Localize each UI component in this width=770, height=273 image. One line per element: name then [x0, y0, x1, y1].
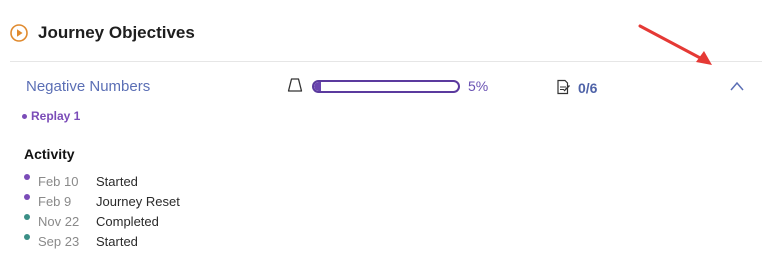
progress-fill: [314, 82, 322, 91]
objective-row[interactable]: Negative Numbers 5% 0/6: [0, 70, 770, 104]
replay-link[interactable]: Replay 1: [22, 109, 80, 123]
activity-text: Started: [96, 173, 138, 189]
activity-list: Feb 10 Started Feb 9 Journey Reset Nov 2…: [24, 171, 180, 251]
activity-item: Feb 9 Journey Reset: [24, 191, 180, 211]
activity-text: Journey Reset: [96, 193, 180, 209]
section-title: Journey Objectives: [38, 23, 195, 42]
activity-item: Feb 10 Started: [24, 171, 180, 191]
activity-text: Completed: [96, 213, 159, 229]
activity-date: Feb 9: [38, 193, 72, 209]
progress-bar: [312, 80, 460, 93]
activity-item: Nov 22 Completed: [24, 211, 180, 231]
activity-item: Sep 23 Started: [24, 231, 180, 251]
section-header: Journey Objectives: [10, 20, 195, 46]
activity-heading: Activity: [24, 146, 75, 162]
activity-date: Sep 23: [38, 233, 80, 249]
status-dot: [24, 214, 30, 220]
annotation-arrow-icon: [638, 24, 712, 65]
objective-title[interactable]: Negative Numbers: [26, 78, 150, 95]
chevron-up-icon[interactable]: [729, 80, 745, 92]
progress-percent: 5%: [468, 78, 489, 94]
status-dot: [24, 174, 30, 180]
status-dot: [24, 234, 30, 240]
assessment-icon: [557, 79, 570, 95]
play-circle-icon[interactable]: [10, 24, 28, 42]
activity-date: Nov 22: [38, 213, 80, 229]
replay-label: Replay 1: [31, 109, 81, 123]
replay-dot: [22, 113, 27, 119]
activity-text: Started: [96, 233, 138, 249]
score-count: 0/6: [578, 80, 598, 96]
mastery-icon: [287, 78, 303, 92]
status-dot: [24, 194, 30, 200]
activity-date: Feb 10: [38, 173, 79, 189]
